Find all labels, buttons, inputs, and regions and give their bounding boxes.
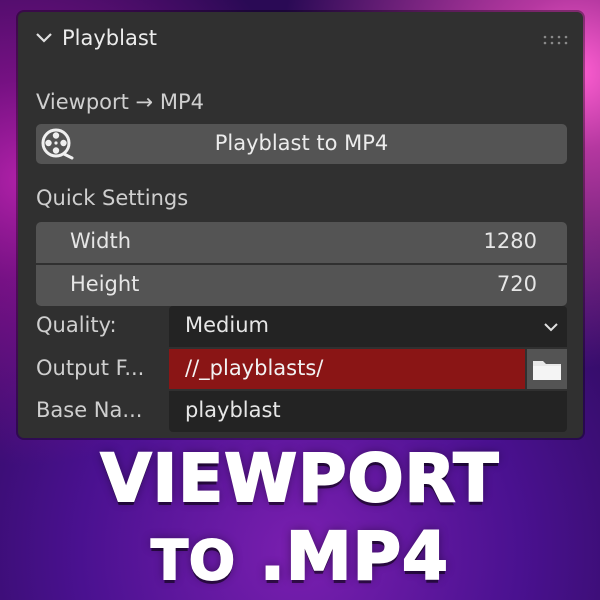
- folder-icon: [533, 361, 561, 380]
- drag-grip-icon[interactable]: [543, 34, 569, 46]
- width-field[interactable]: Width 1280: [36, 222, 567, 263]
- height-label: Height: [70, 272, 140, 296]
- banner-mp4-word: .MP4: [259, 517, 449, 596]
- resolution-fields: Width 1280 Height 720: [36, 222, 567, 308]
- viewport-to-mp4-heading: Viewport → MP4: [36, 90, 204, 114]
- height-field[interactable]: Height 720: [36, 265, 567, 306]
- chevron-down-icon: [544, 323, 558, 332]
- output-folder-label: Output F...: [36, 356, 145, 380]
- browse-folder-button[interactable]: [527, 349, 567, 389]
- quick-settings-heading: Quick Settings: [36, 186, 189, 210]
- height-value: 720: [496, 272, 537, 296]
- width-label: Width: [70, 229, 132, 253]
- quality-dropdown[interactable]: Medium: [169, 306, 567, 347]
- banner-title-line1: VIEWPORT: [100, 439, 500, 518]
- base-name-field[interactable]: playblast: [169, 391, 567, 432]
- output-folder-value: //_playblasts/: [185, 356, 324, 380]
- playblast-to-mp4-button[interactable]: Playblast to MP4: [36, 124, 567, 164]
- banner-title-line2: TO .MP4: [0, 517, 600, 596]
- panel-title: Playblast: [62, 26, 158, 50]
- chevron-down-icon[interactable]: [34, 28, 54, 48]
- banner-to-word: TO: [150, 528, 236, 593]
- base-name-label: Base Na...: [36, 398, 143, 422]
- playblast-panel: Playblast Viewport → MP4 Playblast to MP…: [18, 12, 583, 438]
- panel-header[interactable]: Playblast: [18, 12, 583, 64]
- width-value: 1280: [483, 229, 537, 253]
- base-name-value: playblast: [185, 398, 281, 422]
- quality-value: Medium: [185, 313, 269, 337]
- output-folder-field[interactable]: //_playblasts/: [169, 349, 525, 389]
- playblast-button-label: Playblast to MP4: [214, 131, 389, 155]
- quality-label: Quality:: [36, 313, 117, 337]
